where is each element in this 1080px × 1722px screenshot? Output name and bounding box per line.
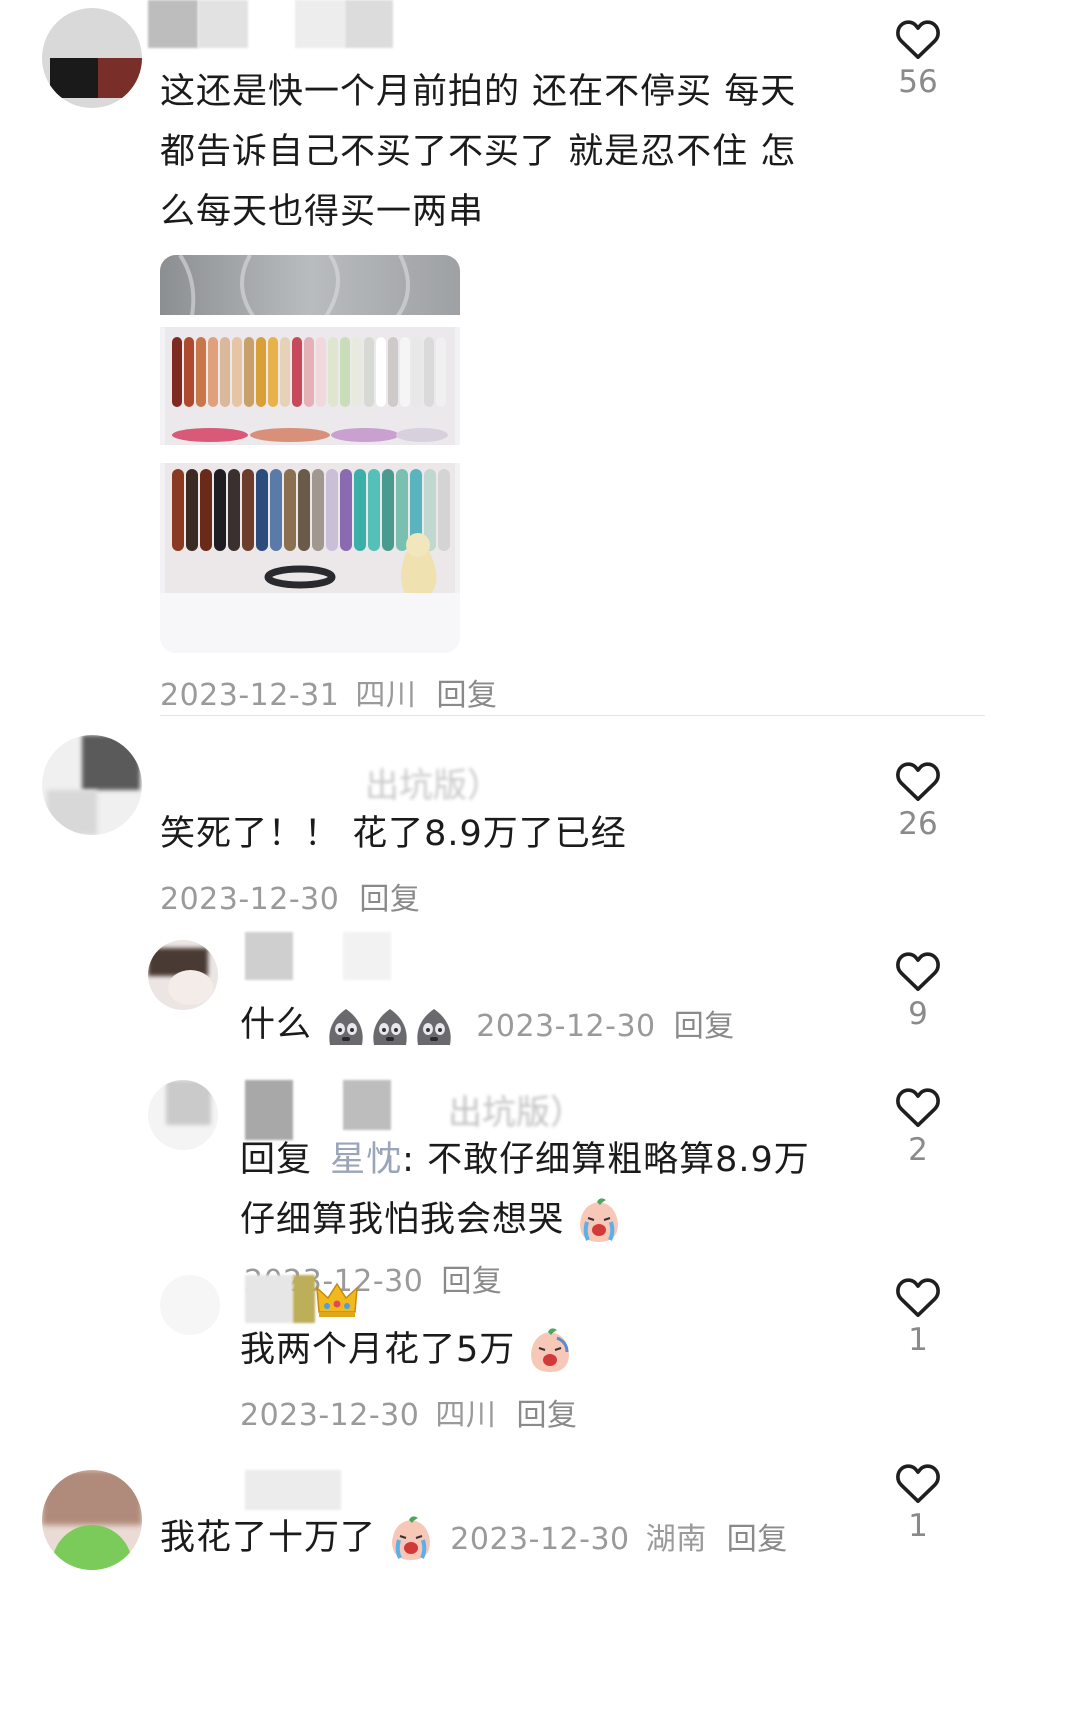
reply-text: 我两个月花了5万 <box>240 1330 516 1370</box>
username-redacted[interactable] <box>245 1275 293 1323</box>
avatar[interactable] <box>42 8 142 108</box>
reply-button[interactable]: 回复 <box>441 1264 502 1299</box>
like-button[interactable]: 26 <box>878 760 958 842</box>
heart-icon <box>896 1464 940 1503</box>
avatar[interactable] <box>42 1470 142 1570</box>
reply-button[interactable]: 回复 <box>727 1522 788 1557</box>
username-redacted[interactable] <box>343 1080 391 1130</box>
username-redacted[interactable] <box>245 1470 341 1510</box>
reply-location: 四川 <box>435 1398 497 1433</box>
reply-prefix: 回复 <box>240 1140 313 1180</box>
heart-icon <box>896 20 940 59</box>
avatar[interactable] <box>148 1080 218 1150</box>
reply-button[interactable]: 回复 <box>516 1398 577 1433</box>
like-button[interactable]: 1 <box>878 1276 958 1358</box>
heart-icon <box>896 1088 940 1127</box>
avatar[interactable] <box>160 1275 220 1335</box>
comment-divider <box>160 715 985 716</box>
crying-face-emoji <box>580 1198 619 1242</box>
username-redacted[interactable] <box>198 0 248 48</box>
reply-button[interactable]: 回复 <box>436 678 497 713</box>
reply-date: 2023-12-30 <box>240 1398 420 1433</box>
like-count: 9 <box>908 996 928 1032</box>
like-button[interactable]: 1 <box>878 1462 958 1544</box>
like-count: 2 <box>908 1132 928 1168</box>
reply-text: 什么 <box>240 1005 313 1045</box>
comment-text: 笑死了！！ 花了8.9万了已经 <box>160 814 627 854</box>
username[interactable]: 出坑版） <box>365 758 501 807</box>
reply-text-line: 什么 2023-12-30 回复 <box>240 995 735 1057</box>
like-count: 1 <box>908 1322 928 1358</box>
username-redacted[interactable] <box>245 932 293 980</box>
comment-date: 2023-12-30 <box>160 882 340 917</box>
reply-button[interactable]: 回复 <box>674 1009 735 1044</box>
like-button[interactable]: 56 <box>878 18 958 100</box>
like-count: 26 <box>898 806 938 842</box>
reply-body: : 不敢仔细算粗略算8.9万仔细算我怕我会想哭 <box>240 1140 810 1240</box>
heart-icon <box>896 952 940 991</box>
username-redacted[interactable] <box>295 0 345 48</box>
comment-date: 2023-12-31 <box>160 678 340 713</box>
like-count: 56 <box>898 64 938 100</box>
comment-text: 我花了十万了 <box>160 1518 377 1558</box>
comment-image[interactable] <box>160 255 460 653</box>
comment-date: 2023-12-30 <box>450 1522 630 1557</box>
sweat-face-emoji <box>329 1009 451 1045</box>
comment-location: 四川 <box>355 678 417 713</box>
reply-meta: 2023-12-30 四川 回复 <box>240 1390 577 1434</box>
like-count: 1 <box>908 1508 928 1544</box>
comment-text: 这还是快一个月前拍的 还在不停买 每天都告诉自己不买了不买了 就是忍不住 怎么每… <box>160 72 797 232</box>
reply-date: 2023-12-30 <box>476 1009 656 1044</box>
username[interactable]: 出坑版） <box>448 1085 584 1134</box>
reply-button[interactable]: 回复 <box>359 882 420 917</box>
crown-badge <box>316 1282 358 1317</box>
crying-face-emoji <box>392 1516 431 1560</box>
username-redacted[interactable] <box>293 1275 315 1323</box>
username-redacted[interactable] <box>345 0 393 48</box>
reply-text-line: 我两个月花了5万 <box>240 1320 573 1380</box>
username-redacted[interactable] <box>343 932 391 980</box>
like-button[interactable]: 2 <box>878 1086 958 1168</box>
heart-icon <box>896 1278 940 1317</box>
username-redacted[interactable] <box>148 0 198 48</box>
mention-link[interactable]: 星忱 <box>330 1140 402 1180</box>
heart-icon <box>896 762 940 801</box>
comment-meta: 2023-12-31 四川 回复 <box>160 670 497 714</box>
avatar[interactable] <box>42 735 142 835</box>
comment-text-line: 我花了十万了 2023-12-30 湖南 回复 <box>160 1508 788 1570</box>
comment-meta: 2023-12-30 回复 <box>160 874 420 918</box>
like-button[interactable]: 9 <box>878 950 958 1032</box>
crying-face-emoji <box>531 1328 570 1372</box>
bracelet-shelf-photo <box>160 255 460 653</box>
avatar[interactable] <box>148 940 218 1010</box>
comment-location: 湖南 <box>645 1522 707 1557</box>
